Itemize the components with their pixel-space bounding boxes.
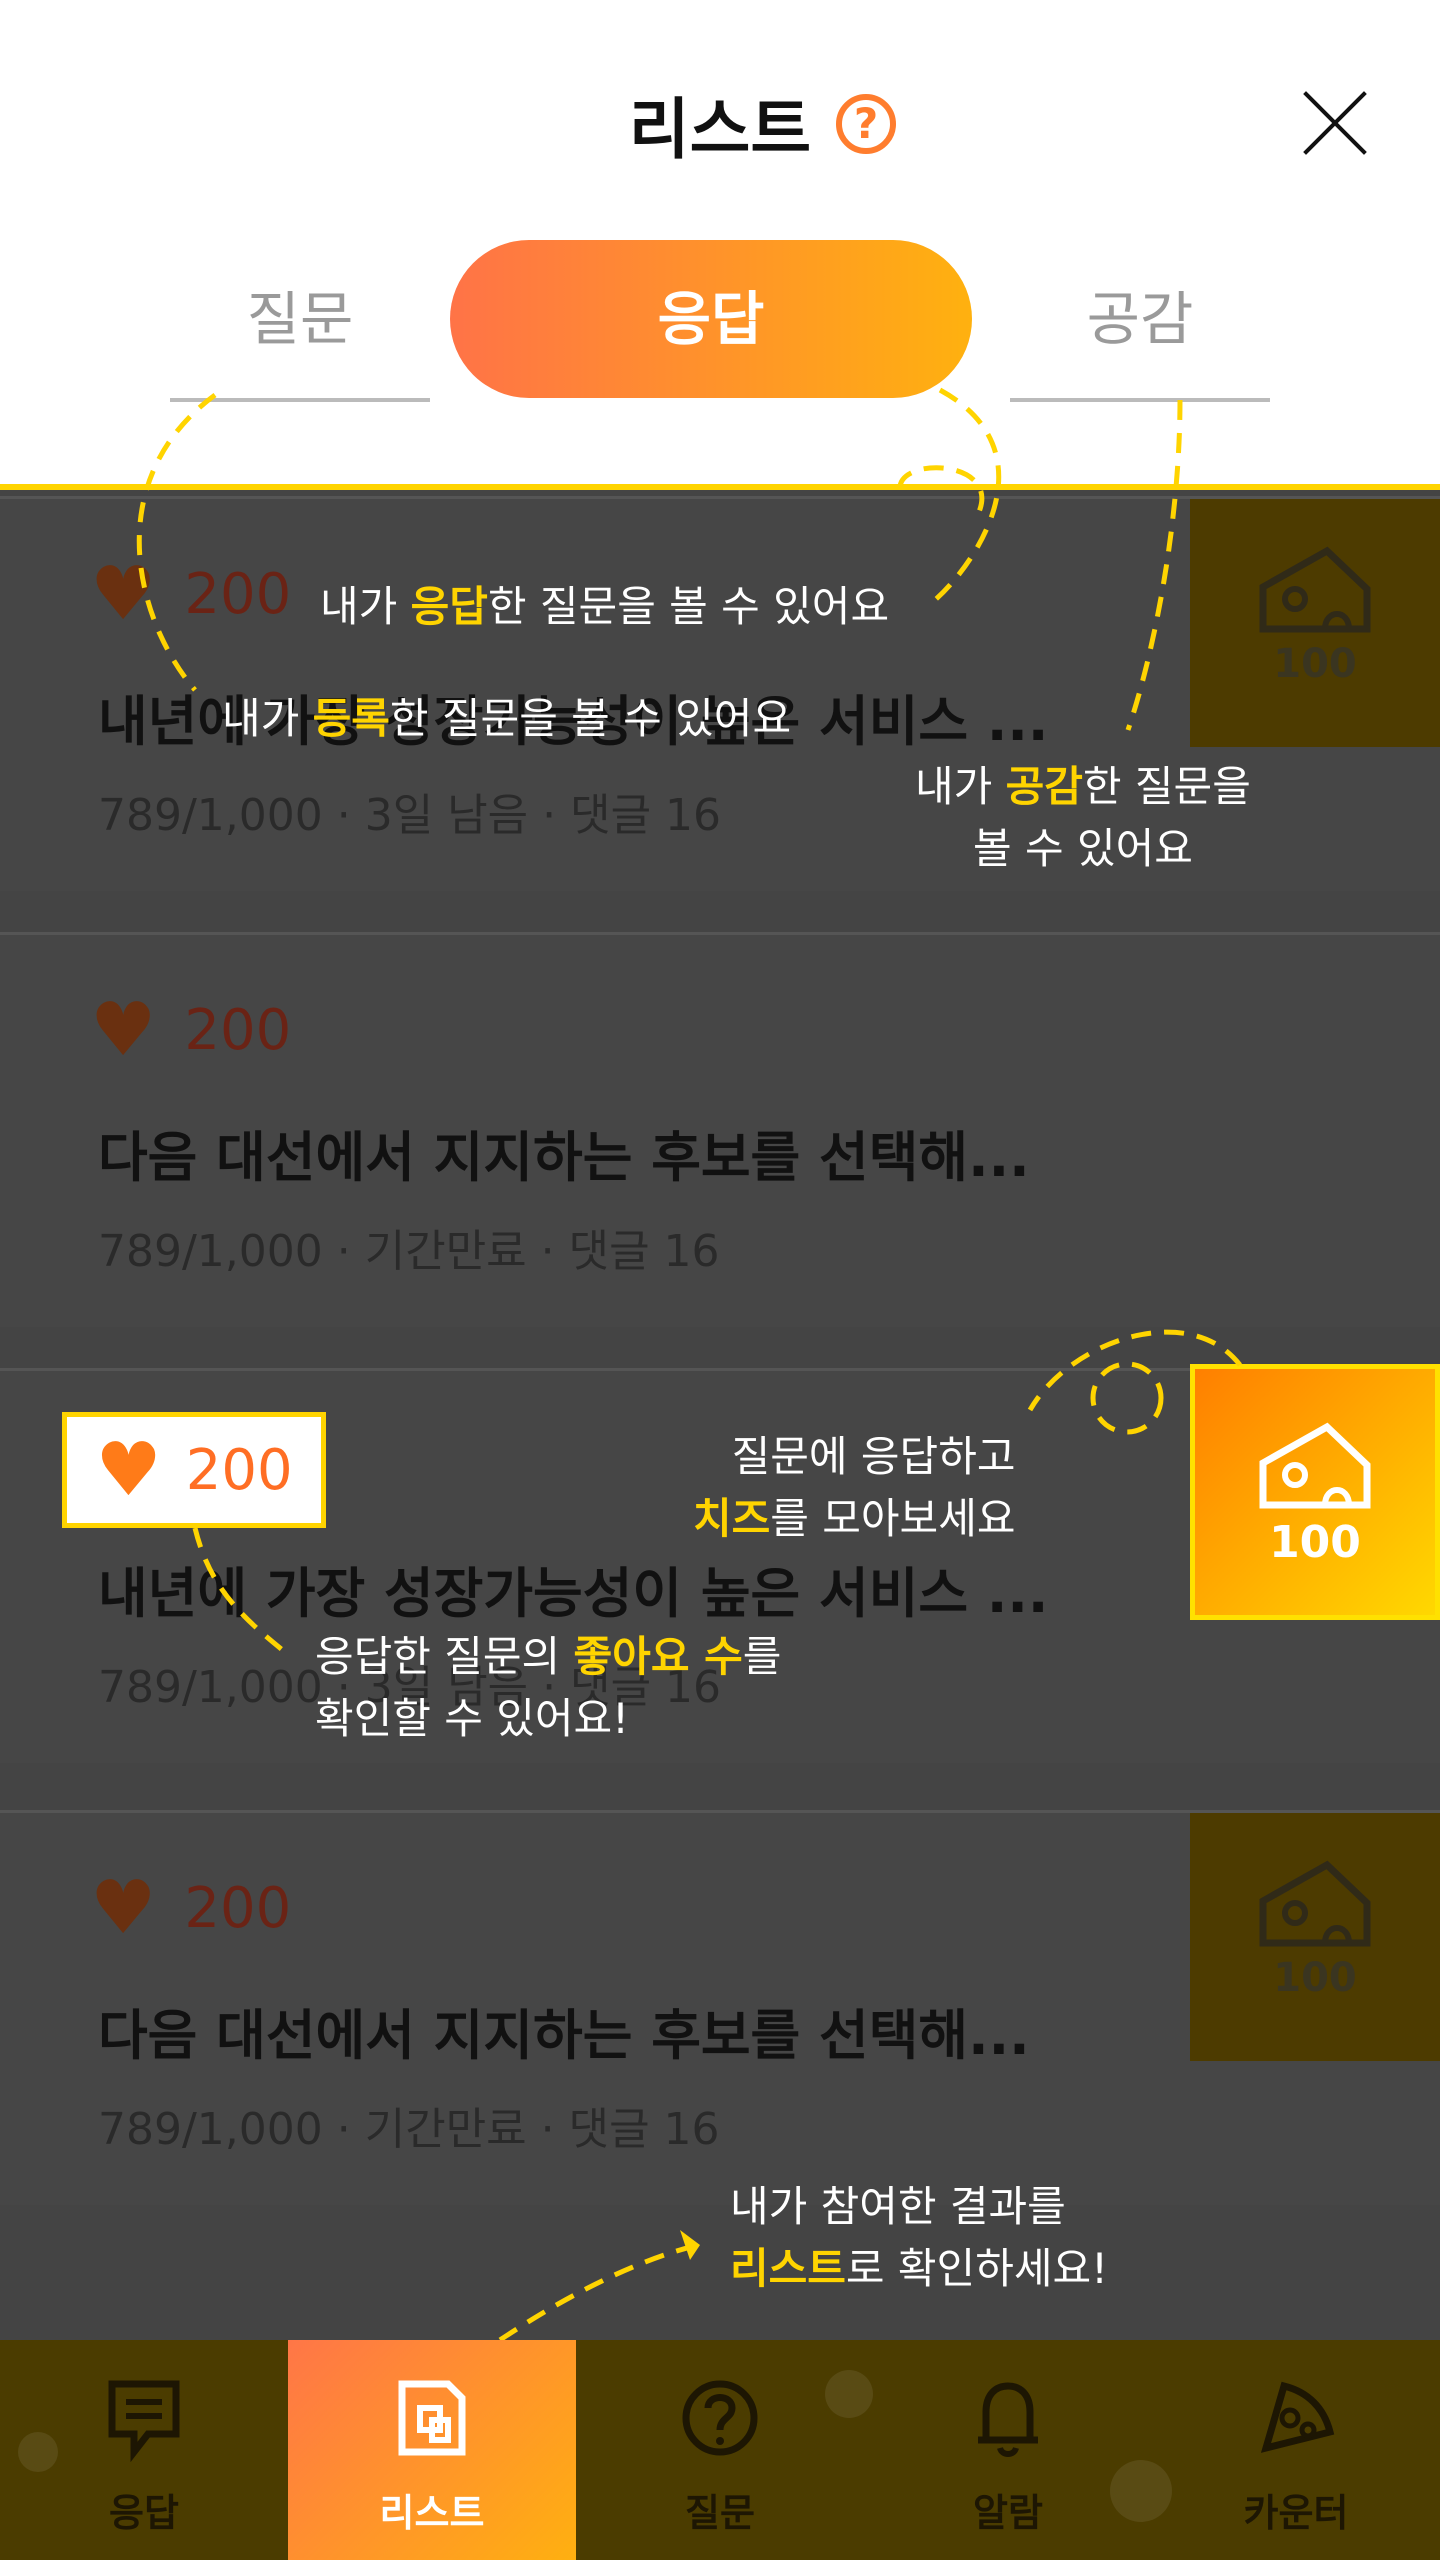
likes-count: 200: [184, 561, 292, 627]
nav-label: 알람: [973, 2491, 1043, 2535]
question-title: 다음 대선에서 지지하는 후보를 선택해...: [98, 2004, 1030, 2067]
nav-response[interactable]: 응답: [0, 2340, 288, 2560]
close-icon[interactable]: [1300, 88, 1370, 158]
tab-question-label: 질문: [246, 285, 354, 353]
bottom-navigation: 응답 리스트 질문 알람 카운터: [0, 2340, 1440, 2560]
heart-icon: ♥: [90, 1865, 157, 1951]
tip-text: 내가 참여한 결과를: [730, 2182, 1066, 2231]
help-icon[interactable]: ?: [836, 94, 896, 154]
pizza-icon: [1260, 2381, 1335, 2453]
tip-empathy: 내가 공감한 질문을 볼 수 있어요: [915, 756, 1251, 880]
nav-label: 카운터: [1243, 2491, 1349, 2535]
page-title: 리스트: [628, 91, 812, 168]
likes: ♥ 200: [90, 1871, 291, 1945]
likes-count: 200: [184, 997, 292, 1063]
nav-counter[interactable]: 카운터: [1152, 2340, 1440, 2560]
featured-cheese-count: 100: [1269, 1517, 1361, 1568]
tip-text: 내가: [222, 694, 313, 743]
tip-list: 내가 참여한 결과를 리스트로 확인하세요!: [730, 2176, 1108, 2300]
tip-highlight: 리스트: [730, 2244, 846, 2293]
tip-text: 한 질문을: [1082, 762, 1251, 811]
cheese-count: 100: [1273, 641, 1357, 687]
tip-highlight: 공감: [1005, 762, 1083, 811]
featured-likes: ♥ 200: [62, 1412, 326, 1528]
tip-text: 한 질문을 볼 수 있어요: [389, 694, 792, 743]
tip-text: 로 확인하세요!: [845, 2244, 1108, 2293]
tip-question: 내가 등록한 질문을 볼 수 있어요: [222, 688, 791, 750]
nav-question[interactable]: 질문: [576, 2340, 864, 2560]
list-icon: [398, 2380, 466, 2456]
tip-highlight: 응답: [410, 582, 488, 631]
tip-cheese: 질문에 응답하고 치즈를 모아보세요: [693, 1426, 1015, 1550]
tip-text: 내가: [915, 762, 1006, 811]
cheese-badge[interactable]: 100: [1190, 499, 1440, 747]
header: 리스트 ? 질문 응답 공감: [0, 0, 1440, 490]
nav-label: 응답: [109, 2491, 179, 2535]
nav-label: 질문: [685, 2491, 755, 2535]
tip-highlight: 좋아요 수: [573, 1632, 743, 1681]
heart-icon: ♥: [90, 551, 157, 637]
tip-text: 를: [742, 1632, 782, 1681]
featured-likes-count: 200: [185, 1437, 293, 1503]
question-title: 다음 대선에서 지지하는 후보를 선택해...: [98, 1126, 1030, 1189]
cheese-icon: [1259, 1422, 1371, 1509]
question-meta: 789/1,000 · 3일 남음 · 댓글 16: [98, 790, 722, 841]
nav-list[interactable]: 리스트: [288, 2340, 576, 2560]
likes: ♥ 200: [90, 557, 291, 631]
likes: ♥ 200: [90, 993, 291, 1067]
tab-empathy-label: 공감: [1086, 285, 1194, 353]
tip-response: 내가 응답한 질문을 볼 수 있어요: [320, 576, 889, 638]
tip-text: 볼 수 있어요: [972, 824, 1193, 873]
bell-icon: [978, 2382, 1038, 2457]
cheese-count: 100: [1273, 1955, 1357, 2001]
tip-text: 를 모아보세요: [770, 1494, 1016, 1543]
cheese-badge[interactable]: 100: [1190, 1813, 1440, 2061]
tab-response[interactable]: 응답: [450, 240, 972, 398]
likes-count: 200: [184, 1875, 292, 1941]
tip-text: 확인할 수 있어요!: [315, 1694, 630, 1743]
tip-text: 내가: [320, 582, 411, 631]
tip-text: 응답한 질문의: [315, 1632, 574, 1681]
cheese-icon: [1259, 1860, 1371, 1947]
question-title: 내년에 가장 성장가능성이 높은 서비스 ...: [98, 1562, 1049, 1625]
question-meta: 789/1,000 · 기간만료 · 댓글 16: [98, 1226, 720, 1277]
list-item[interactable]: ♥ 200 다음 대선에서 지지하는 후보를 선택해... 789/1,000 ·…: [0, 932, 1440, 1327]
tip-highlight: 치즈: [693, 1494, 771, 1543]
tip-text: 한 질문을 볼 수 있어요: [487, 582, 890, 631]
tip-text: 질문에 응답하고: [731, 1432, 1016, 1481]
heart-icon: ♥: [95, 1427, 162, 1513]
nav-label: 리스트: [379, 2491, 485, 2535]
question-icon: [682, 2380, 758, 2456]
speech-icon: [108, 2380, 180, 2462]
list-item[interactable]: ♥ 200 다음 대선에서 지지하는 후보를 선택해... 789/1,000 ·…: [0, 1810, 1440, 2205]
tab-response-label: 응답: [657, 285, 765, 353]
tab-empathy[interactable]: 공감: [1010, 240, 1270, 402]
heart-icon: ♥: [90, 987, 157, 1073]
tip-likes: 응답한 질문의 좋아요 수를 확인할 수 있어요!: [315, 1626, 781, 1750]
tab-question[interactable]: 질문: [170, 240, 430, 402]
question-meta: 789/1,000 · 기간만료 · 댓글 16: [98, 2104, 720, 2155]
tip-highlight: 등록: [312, 694, 390, 743]
cheese-icon: [1259, 546, 1371, 633]
nav-alarm[interactable]: 알람: [864, 2340, 1152, 2560]
featured-cheese-badge[interactable]: 100: [1190, 1364, 1440, 1620]
